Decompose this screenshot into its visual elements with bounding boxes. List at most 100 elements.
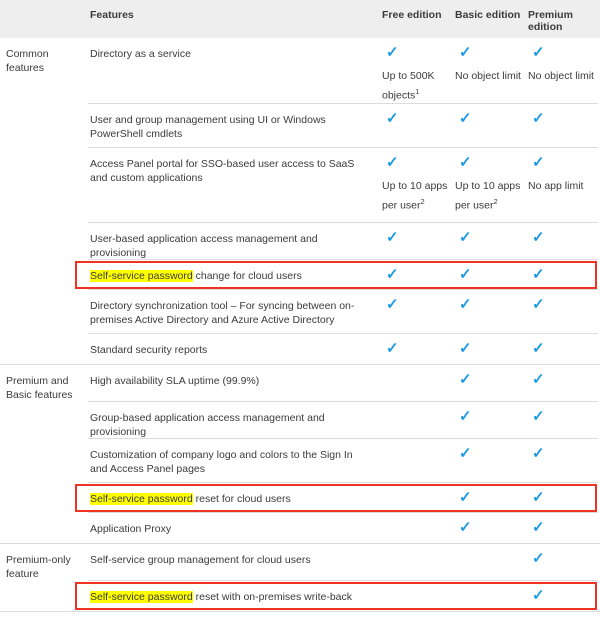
checkmark-icon: ✓ <box>386 228 399 246</box>
cell-basic-edition <box>455 544 528 581</box>
checkmark-icon: ✓ <box>532 44 545 61</box>
section-group-spacer <box>0 260 88 290</box>
feature-text: User-based application access management… <box>90 232 318 259</box>
section-group-spacer <box>0 223 88 260</box>
table-row: Standard security reports ✓ ✓ ✓ <box>0 334 600 364</box>
feature-label: Self-service password change for cloud u… <box>88 260 382 290</box>
cell-note-basic-edition: No object limit <box>455 68 528 84</box>
cell-basic-edition: ✓ <box>455 402 528 439</box>
checkmark-icon: ✓ <box>459 339 472 357</box>
checkmark-icon: ✓ <box>386 295 399 313</box>
cell-note-text: Up to 10 apps per user <box>382 179 448 212</box>
section-group-label: Premium and Basic features <box>6 374 73 401</box>
header-basic-edition: Basic edition <box>455 9 521 21</box>
cell-basic-edition: ✓ <box>455 513 528 543</box>
feature-section: Premium and Basic features High availabil… <box>0 363 600 543</box>
cell-basic-edition: ✓ <box>455 260 528 290</box>
checkmark-icon: ✓ <box>532 339 545 357</box>
cell-note-free-edition: Up to 500K objects1 <box>382 68 455 104</box>
table-row: Application Proxy ✓ ✓ <box>0 513 600 543</box>
cell-premium-edition: ✓ <box>528 334 600 364</box>
table-row: User-based application access management… <box>0 223 600 260</box>
section-group-spacer <box>0 483 88 513</box>
checkmark-icon: ✓ <box>532 228 545 246</box>
feature-text: Directory as a service <box>90 48 191 60</box>
feature-text: Directory synchronization tool – For syn… <box>90 299 355 326</box>
checkmark-icon: ✓ <box>532 518 545 536</box>
cell-free-edition: ✓ Up to 10 apps per user2 <box>382 148 455 223</box>
feature-text: change for cloud users <box>192 269 302 282</box>
feature-label: Directory as a service <box>88 38 382 104</box>
table-row: Self-service password reset with on-prem… <box>0 581 600 611</box>
table-row: User and group management using UI or Wi… <box>0 104 600 148</box>
cell-basic-edition: ✓ <box>455 223 528 260</box>
cell-basic-edition: ✓ <box>455 365 528 402</box>
cell-free-edition <box>382 365 455 402</box>
cell-free-edition <box>382 483 455 513</box>
cell-free-edition: ✓ <box>382 104 455 148</box>
table-row: Access Panel portal for SSO-based user a… <box>0 148 600 223</box>
feature-label: Self-service password reset with on-prem… <box>88 581 382 611</box>
cell-free-edition: ✓ <box>382 223 455 260</box>
feature-label: Application Proxy <box>88 513 382 543</box>
checkmark-icon: ✓ <box>459 488 472 506</box>
checkmark-icon: ✓ <box>459 518 472 536</box>
cell-basic-edition: ✓ <box>455 290 528 334</box>
feature-label: User and group management using UI or Wi… <box>88 104 382 148</box>
feature-text: reset with on-premises write-back <box>192 590 353 603</box>
cell-premium-edition: ✓ <box>528 513 600 543</box>
footnote-marker: 1 <box>415 87 420 96</box>
table-bottom-border <box>0 610 600 616</box>
cell-free-edition: ✓ <box>382 290 455 334</box>
feature-text: User and group management using UI or Wi… <box>90 113 326 140</box>
section-group-spacer <box>0 581 88 611</box>
cell-premium-edition: ✓ <box>528 290 600 334</box>
cell-basic-edition: ✓ No object limit <box>455 38 528 104</box>
highlighted-search-term: Self-service password <box>90 269 193 282</box>
checkmark-icon: ✓ <box>386 265 399 283</box>
section-group-label: Common features <box>6 48 49 74</box>
feature-label: User-based application access management… <box>88 223 382 260</box>
feature-text: reset for cloud users <box>192 492 291 505</box>
cell-basic-edition <box>455 581 528 611</box>
feature-label: Standard security reports <box>88 334 382 364</box>
cell-basic-edition: ✓ <box>455 439 528 483</box>
checkmark-icon: ✓ <box>459 407 472 425</box>
table-row: Premium-only feature Self-service group m… <box>0 544 600 581</box>
header-premium-edition: Premium edition <box>528 9 573 33</box>
cell-premium-edition: ✓ <box>528 365 600 402</box>
feature-text: Application Proxy <box>90 522 172 535</box>
cell-premium-edition: ✓ <box>528 483 600 513</box>
feature-text: Self-service group management for cloud … <box>90 553 311 566</box>
feature-section: Common features Directory as a service ✓ Up… <box>0 38 600 364</box>
section-group-spacer <box>0 148 88 223</box>
highlighted-search-term: Self-service password <box>90 492 193 505</box>
section-group-label: Premium-only feature <box>6 553 71 580</box>
cell-premium-edition: ✓ <box>528 544 600 581</box>
table-row: Premium and Basic features High availabil… <box>0 365 600 402</box>
header-features: Features <box>90 9 134 21</box>
cell-premium-edition: ✓ <box>528 104 600 148</box>
feature-comparison-table: Features Free edition Basic edition Prem… <box>0 0 600 616</box>
checkmark-icon: ✓ <box>459 370 472 388</box>
cell-basic-edition: ✓ Up to 10 apps per user2 <box>455 148 528 223</box>
cell-basic-edition: ✓ <box>455 104 528 148</box>
feature-text: Customization of company logo and colors… <box>90 448 353 475</box>
cell-note-text: Up to 10 apps per user <box>455 179 521 212</box>
section-group-spacer <box>0 290 88 334</box>
checkmark-icon: ✓ <box>386 339 399 357</box>
checkmark-icon: ✓ <box>532 488 545 506</box>
cell-free-edition <box>382 439 455 483</box>
feature-text: Standard security reports <box>90 343 208 356</box>
checkmark-icon: ✓ <box>532 370 545 388</box>
checkmark-icon: ✓ <box>532 265 545 283</box>
cell-premium-edition: ✓ <box>528 260 600 290</box>
cell-premium-edition: ✓ <box>528 223 600 260</box>
table-header-row: Features Free edition Basic edition Prem… <box>0 0 600 38</box>
section-group-spacer <box>0 104 88 148</box>
checkmark-icon: ✓ <box>532 295 545 313</box>
feature-label: Access Panel portal for SSO-based user a… <box>88 148 382 223</box>
section-group-spacer <box>0 402 88 439</box>
checkmark-icon: ✓ <box>459 295 472 313</box>
checkmark-icon: ✓ <box>459 109 472 127</box>
